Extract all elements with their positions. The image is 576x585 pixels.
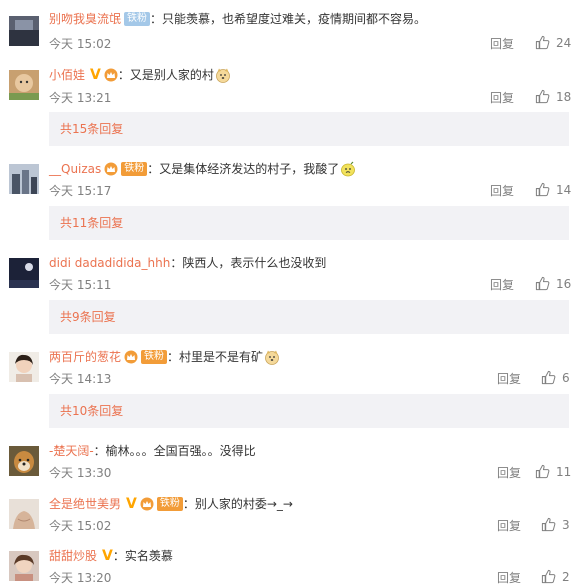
like-count: 6 <box>562 370 570 385</box>
thumbs-up-icon <box>535 464 550 479</box>
username[interactable]: 小佰娃 <box>49 66 85 84</box>
avatar[interactable] <box>9 16 39 46</box>
thumbs-up-icon <box>535 35 550 50</box>
like-count: 18 <box>556 89 572 104</box>
comment-line: didi dadadidida_hhh ：陕西人，表示什么也没收到 <box>49 254 326 272</box>
comment-text: ：又是别人家的村 <box>117 68 214 82</box>
username[interactable]: __Quizas <box>49 160 101 178</box>
comment-item: -楚天阔- ：榆林。。。全国百强。。没得比 今天 13:30 回复 11 <box>0 442 576 486</box>
thumbs-up-icon <box>535 276 550 291</box>
v-badge-icon: V <box>90 67 101 83</box>
fan-badge: 铁粉 <box>121 162 148 176</box>
comment-line: -楚天阔- ：榆林。。。全国百强。。没得比 <box>49 442 256 460</box>
reply-button[interactable]: 回复 <box>497 464 521 481</box>
like-button[interactable]: 6 <box>541 370 570 385</box>
like-count: 3 <box>562 517 570 532</box>
reply-button[interactable]: 回复 <box>497 517 521 534</box>
reply-button[interactable]: 回复 <box>497 370 521 387</box>
comment-line: 别吻我臭流氓 铁粉 ：只能羡慕，也希望度过难关，疫情期间都不容易。 <box>49 10 426 28</box>
username[interactable]: 甜甜炒股 <box>49 547 97 565</box>
sub-replies-link[interactable]: 共10条回复 <box>49 394 569 428</box>
comment-text: ：别人家的村委→_→ <box>182 497 293 511</box>
thumbs-up-icon <box>535 182 550 197</box>
avatar[interactable] <box>9 258 39 288</box>
comment-item: 别吻我臭流氓 铁粉 ：只能羡慕，也希望度过难关，疫情期间都不容易。 今天 15:… <box>0 10 576 54</box>
comment-text: ：陕西人，表示什么也没收到 <box>170 256 327 270</box>
avatar[interactable] <box>9 352 39 382</box>
like-count: 2 <box>562 569 570 584</box>
avatar[interactable] <box>9 164 39 194</box>
like-button[interactable]: 18 <box>535 89 571 104</box>
fan-badge: 铁粉 <box>141 350 168 364</box>
doge-emoji-icon <box>265 350 279 365</box>
like-count: 11 <box>556 464 572 479</box>
timestamp: 今天 15:17 <box>49 184 112 198</box>
username[interactable]: 全是绝世美男 <box>49 495 121 513</box>
reply-button[interactable]: 回复 <box>490 89 514 106</box>
like-button[interactable]: 16 <box>535 276 571 291</box>
reply-button[interactable]: 回复 <box>497 569 521 585</box>
comment-item: 甜甜炒股 V ：实名羡慕 今天 13:20 回复 2 <box>0 547 576 585</box>
timestamp: 今天 13:20 <box>49 571 112 585</box>
crown-icon <box>104 68 118 82</box>
like-button[interactable]: 24 <box>535 35 571 50</box>
comment-line: 全是绝世美男 V 铁粉 ：别人家的村委→_→ <box>49 495 293 513</box>
crown-icon <box>140 497 154 511</box>
fan-badge: 铁粉 <box>124 12 151 26</box>
fan-badge: 铁粉 <box>156 497 183 511</box>
like-count: 16 <box>556 276 572 291</box>
v-badge-icon: V <box>126 496 137 512</box>
comment-item: __Quizas 铁粉 ：又是集体经济发达的村子，我酸了 今天 15:17 回复… <box>0 160 576 204</box>
comment-line: 甜甜炒股 V ：实名羡慕 <box>49 547 173 565</box>
reply-button[interactable]: 回复 <box>490 276 514 293</box>
username[interactable]: 两百斤的葱花 <box>49 348 121 366</box>
sub-replies-link[interactable]: 共11条回复 <box>49 206 569 240</box>
comment-line: __Quizas 铁粉 ：又是集体经济发达的村子，我酸了 <box>49 160 356 178</box>
doge-emoji-icon <box>215 68 230 83</box>
reply-button[interactable]: 回复 <box>490 182 514 199</box>
lemon-emoji-icon <box>341 161 356 177</box>
thumbs-up-icon <box>535 89 550 104</box>
like-button[interactable]: 2 <box>541 569 570 584</box>
comment-text: ：又是集体经济发达的村子，我酸了 <box>147 162 340 176</box>
comment-line: 两百斤的葱花 铁粉 ：村里是不是有矿 <box>49 348 280 366</box>
crown-icon <box>104 162 118 176</box>
thumbs-up-icon <box>541 569 556 584</box>
username[interactable]: didi dadadidida_hhh <box>49 254 170 272</box>
comment-text: ：榆林。。。全国百强。。没得比 <box>93 444 256 458</box>
comment-text: ：只能羡慕，也希望度过难关，疫情期间都不容易。 <box>150 12 427 26</box>
like-count: 14 <box>556 182 572 197</box>
comment-item: 小佰娃 V ：又是别人家的村 今天 13:21 回复 18 <box>0 66 576 110</box>
avatar[interactable] <box>9 499 39 529</box>
like-button[interactable]: 3 <box>541 517 570 532</box>
timestamp: 今天 13:21 <box>49 91 112 105</box>
avatar[interactable] <box>9 446 39 476</box>
timestamp: 今天 15:02 <box>49 519 112 533</box>
v-badge-icon: V <box>102 548 113 564</box>
comment-text: ：村里是不是有矿 <box>167 350 264 364</box>
username[interactable]: -楚天阔- <box>49 442 94 460</box>
like-button[interactable]: 11 <box>535 464 571 479</box>
thumbs-up-icon <box>541 517 556 532</box>
sub-replies-link[interactable]: 共15条回复 <box>49 112 569 146</box>
timestamp: 今天 15:02 <box>49 37 112 51</box>
like-count: 24 <box>556 35 572 50</box>
comment-item: 全是绝世美男 V 铁粉 ：别人家的村委→_→ 今天 15:02 回复 3 <box>0 495 576 539</box>
comment-line: 小佰娃 V ：又是别人家的村 <box>49 66 231 84</box>
thumbs-up-icon <box>541 370 556 385</box>
avatar[interactable] <box>9 70 39 100</box>
username[interactable]: 别吻我臭流氓 <box>49 10 121 28</box>
avatar[interactable] <box>9 551 39 581</box>
sub-replies-link[interactable]: 共9条回复 <box>49 300 569 334</box>
timestamp: 今天 14:13 <box>49 372 112 386</box>
reply-button[interactable]: 回复 <box>490 35 514 52</box>
comment-item: didi dadadidida_hhh ：陕西人，表示什么也没收到 今天 15:… <box>0 254 576 298</box>
comment-item: 两百斤的葱花 铁粉 ：村里是不是有矿 今天 14:13 回复 6 <box>0 348 576 392</box>
crown-icon <box>124 350 138 364</box>
like-button[interactable]: 14 <box>535 182 571 197</box>
comment-text: ：实名羡慕 <box>112 549 173 563</box>
timestamp: 今天 13:30 <box>49 466 112 480</box>
timestamp: 今天 15:11 <box>49 278 112 292</box>
